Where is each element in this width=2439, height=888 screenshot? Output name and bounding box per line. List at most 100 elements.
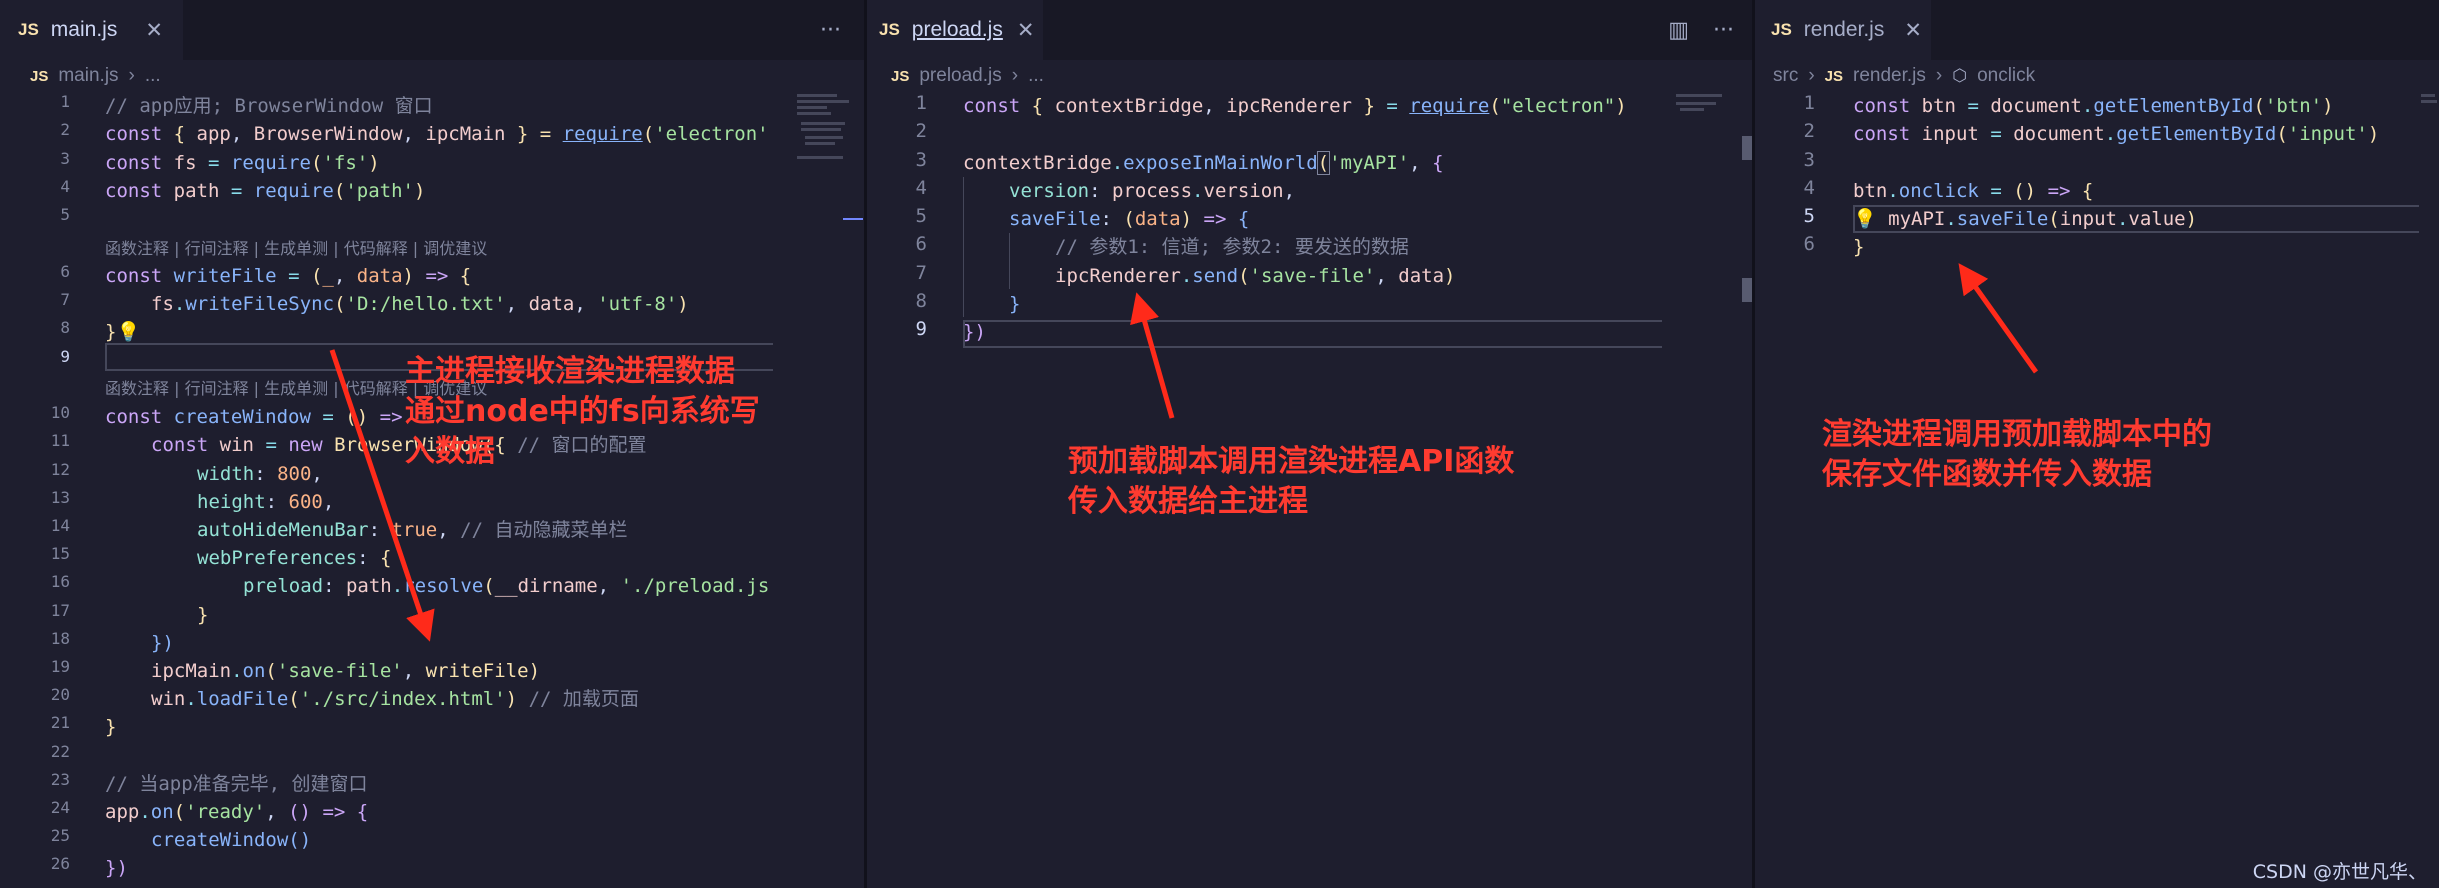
- code-line: }: [105, 716, 117, 738]
- code-line: const btn = document.getElementById('btn…: [1853, 95, 2334, 117]
- code-line: fs.writeFileSync('D:/hello.txt', data, '…: [151, 293, 689, 315]
- close-icon[interactable]: ✕: [1904, 18, 1922, 43]
- editor-actions: ···: [820, 0, 841, 60]
- scrollbar[interactable]: [1742, 136, 1752, 160]
- tab-preload-js[interactable]: JS preload.js ✕: [867, 0, 1043, 60]
- annotation-preload: 预加载脚本调用渲染进程API函数 传入数据给主进程: [1068, 444, 1515, 519]
- line-number: 5: [915, 205, 927, 227]
- code-line: saveFile: (data) => {: [1009, 208, 1250, 230]
- code-line: }💡: [105, 321, 141, 343]
- code-line: app.on('ready', () => {: [105, 801, 369, 823]
- js-file-icon: JS: [18, 20, 39, 39]
- line-number: 2: [1803, 120, 1815, 142]
- minimap[interactable]: [1670, 92, 1734, 888]
- line-number: 7: [915, 262, 927, 284]
- codelens-actions[interactable]: 函数注释 | 行间注释 | 生成单测 | 代码解释 | 调优建议: [105, 235, 487, 263]
- indent-guide: [963, 177, 964, 317]
- tab-label: render.js: [1803, 18, 1885, 41]
- line-number: 5: [1803, 205, 1815, 227]
- line-number: 3: [915, 148, 927, 171]
- line-number: 4: [1803, 177, 1815, 199]
- code-line: const { app, BrowserWindow, ipcMain } = …: [105, 123, 769, 145]
- tab-bar: JS preload.js ✕ ▥ ···: [867, 0, 1752, 60]
- scrollbar[interactable]: [1742, 278, 1752, 302]
- code-line: // 参数1: 信道; 参数2: 要发送的数据: [1055, 236, 1409, 258]
- code-line: contextBridge.exposeInMainWorld('myAPI',…: [963, 150, 1444, 175]
- code-line: preload: path.resolve(__dirname, './prel…: [243, 575, 770, 597]
- line-number: 6: [1803, 233, 1815, 255]
- annotation-main: 主进程接收渲染进程数据 通过node中的fs向系统写 入数据: [405, 354, 760, 469]
- split-editor-icon[interactable]: ▥: [1668, 18, 1689, 43]
- breadcrumb-file[interactable]: render.js: [1853, 65, 1926, 87]
- chevron-right-icon: ›: [1011, 65, 1019, 86]
- tab-main-js[interactable]: JS main.js ✕: [0, 0, 183, 60]
- line-number: 4: [915, 177, 927, 199]
- breadcrumb-file[interactable]: main.js: [58, 65, 118, 87]
- breadcrumb-symbol[interactable]: onclick: [1977, 65, 2035, 87]
- indent-guide: [1009, 233, 1010, 289]
- breadcrumb-symbol[interactable]: ...: [145, 65, 161, 87]
- code-line: }: [197, 604, 209, 626]
- minimap[interactable]: [2417, 92, 2439, 888]
- line-number: 1: [915, 92, 927, 114]
- js-file-icon: JS: [879, 20, 900, 39]
- breadcrumb-folder[interactable]: src: [1773, 65, 1798, 87]
- close-icon[interactable]: ✕: [145, 18, 163, 43]
- breadcrumb-symbol[interactable]: ...: [1028, 65, 1044, 87]
- line-number: 6: [915, 233, 927, 255]
- line-number: 8: [915, 290, 927, 312]
- lightbulb-icon[interactable]: 💡: [1853, 208, 1877, 230]
- code-line: height: 600,: [197, 491, 335, 513]
- more-actions-icon[interactable]: ···: [820, 18, 841, 43]
- js-file-icon: JS: [30, 67, 49, 85]
- js-file-icon: JS: [1771, 20, 1792, 39]
- breadcrumb: JS main.js › ...: [0, 60, 865, 92]
- code-line: win.loadFile('./src/index.html') // 加载页面: [151, 688, 639, 710]
- more-actions-icon[interactable]: ···: [1713, 18, 1734, 43]
- tab-label: preload.js: [911, 18, 1003, 41]
- js-file-icon: JS: [891, 67, 910, 85]
- code-line: version: process.version,: [1009, 180, 1296, 202]
- breadcrumb: JS preload.js › ...: [867, 60, 1752, 92]
- code-line: const { contextBridge, ipcRenderer } = r…: [963, 95, 1627, 117]
- function-symbol-icon: ⬡: [1952, 66, 1968, 85]
- tab-bar: JS render.js ✕: [1755, 0, 2439, 60]
- watermark: CSDN @亦世凡华、: [2252, 861, 2427, 883]
- code-line: 💡 myAPI.saveFile(input.value): [1853, 208, 2198, 230]
- code-line: autoHideMenuBar: true, // 自动隐藏菜单栏: [197, 519, 628, 541]
- code-line: }): [963, 321, 986, 343]
- line-number: 3: [1803, 148, 1815, 171]
- code-line: }: [1853, 236, 1865, 258]
- code-line: width: 800,: [197, 463, 323, 485]
- chevron-right-icon: ›: [1935, 65, 1943, 86]
- js-file-icon: JS: [1824, 67, 1844, 85]
- editor-actions: ▥ ···: [1668, 0, 1734, 60]
- code-line: const path = require('path'): [105, 180, 426, 202]
- lightbulb-icon[interactable]: 💡: [116, 321, 140, 343]
- breadcrumb-file[interactable]: preload.js: [919, 65, 1001, 87]
- code-line: const input = document.getElementById('i…: [1853, 123, 2380, 145]
- chevron-right-icon: ›: [128, 65, 135, 86]
- line-number: 1: [1803, 92, 1815, 114]
- code-line: ipcRenderer.send('save-file', data): [1055, 265, 1456, 287]
- minimap[interactable]: [791, 92, 855, 888]
- code-line: ipcMain.on('save-file', writeFile): [151, 660, 541, 682]
- code-line: webPreferences: {: [197, 547, 392, 569]
- code-line: const writeFile = (_, data) => {: [105, 265, 472, 287]
- tab-label: main.js: [50, 18, 118, 41]
- line-number: 9: [915, 318, 927, 340]
- code-line: }): [151, 632, 174, 654]
- code-lines: // app应用; BrowserWindow 窗口 const { app, …: [0, 92, 773, 888]
- tab-render-js[interactable]: JS render.js ✕: [1755, 0, 1931, 60]
- code-line: const createWindow = () =>: [105, 406, 403, 428]
- line-number: 2: [915, 120, 927, 142]
- code-line: btn.onclick = () => {: [1853, 180, 2094, 202]
- annotation-render: 渲染进程调用预加载脚本中的 保存文件函数并传入数据: [1822, 417, 2212, 492]
- tab-bar: JS main.js ✕ ···: [0, 0, 865, 60]
- code-line: // 当app准备完毕, 创建窗口: [105, 773, 368, 795]
- code-line: }: [1009, 293, 1021, 315]
- scroll-marker: [843, 218, 863, 220]
- breadcrumb: src › JS render.js › ⬡ onclick: [1755, 60, 2439, 92]
- close-icon[interactable]: ✕: [1017, 18, 1035, 43]
- code-line: // app应用; BrowserWindow 窗口: [105, 95, 433, 117]
